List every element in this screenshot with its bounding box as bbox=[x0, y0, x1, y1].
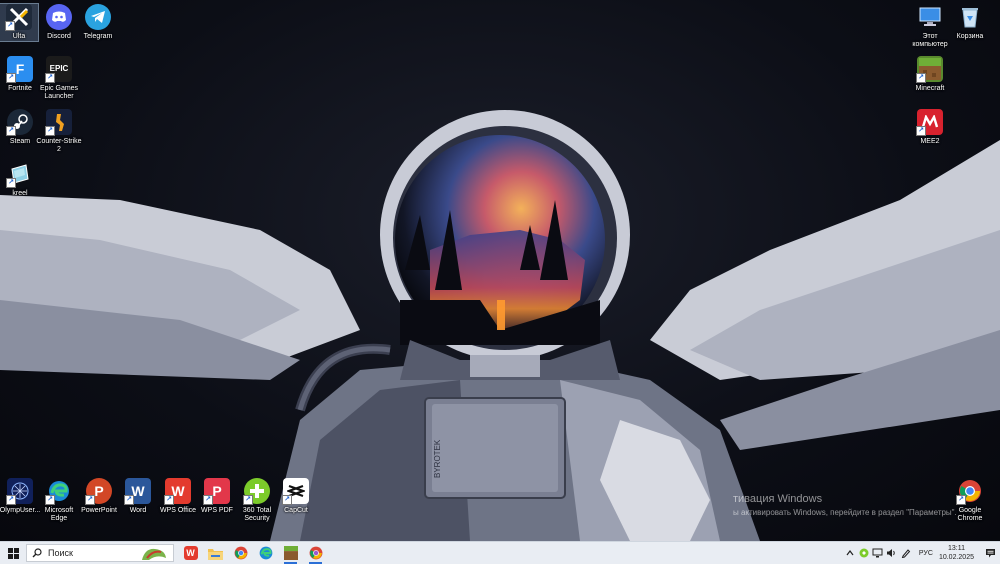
system-tray: РУС 13:11 10.02.2025 bbox=[843, 542, 1000, 564]
discord-icon bbox=[46, 4, 72, 30]
desktop-icon-wps-pdf[interactable]: P ↗ WPS PDF bbox=[197, 478, 237, 515]
desktop: BYROTEK ↗ Ulta Discord Telegram F ↗ Fort… bbox=[0, 0, 1000, 541]
search-highlight-leaf-icon bbox=[142, 548, 166, 560]
360-security-icon: ↗ bbox=[243, 478, 270, 505]
desktop-icon-capcut[interactable]: ↗ CapCut bbox=[276, 478, 316, 515]
notification-icon bbox=[985, 549, 995, 558]
desktop-icon-edge[interactable]: ↗ Microsoft Edge bbox=[39, 478, 79, 523]
counter-strike-icon: ↗ bbox=[45, 109, 72, 136]
start-button[interactable] bbox=[0, 542, 26, 564]
wallpaper-astronaut: BYROTEK bbox=[0, 110, 1000, 541]
desktop-icon-label: kreel bbox=[12, 190, 28, 197]
desktop-icon-kreel[interactable]: ↗ kreel bbox=[0, 161, 40, 198]
fortnite-icon: F ↗ bbox=[6, 56, 33, 83]
ultra-x-icon: ↗ bbox=[5, 4, 32, 31]
wps-icon: W bbox=[183, 546, 198, 560]
telegram-icon bbox=[85, 4, 111, 30]
desktop-icon-ultra[interactable]: ↗ Ulta bbox=[0, 3, 39, 42]
search-placeholder: Поиск bbox=[48, 548, 73, 558]
desktop-icon-label: Minecraft bbox=[915, 85, 945, 92]
desktop-icon-label: CapCut bbox=[284, 507, 308, 514]
chevron-up-icon bbox=[846, 550, 854, 556]
tray-volume[interactable] bbox=[886, 542, 898, 564]
input-language-indicator[interactable]: РУС bbox=[919, 550, 933, 557]
desktop-icon-recycle-bin[interactable]: Корзина bbox=[950, 4, 990, 41]
taskbar-app-chrome[interactable] bbox=[228, 542, 253, 564]
activation-title: тивация Windows bbox=[733, 493, 823, 505]
epic-games-icon: EPIC ↗ bbox=[45, 56, 72, 83]
tray-network[interactable] bbox=[872, 542, 884, 564]
minecraft-icon bbox=[283, 546, 298, 560]
mee2-icon: ↗ bbox=[916, 109, 943, 136]
desktop-icon-label: Telegram bbox=[83, 33, 113, 40]
taskbar-app-explorer[interactable] bbox=[203, 542, 228, 564]
desktop-icon-minecraft[interactable]: ↗ Minecraft bbox=[910, 56, 950, 93]
computer-icon bbox=[917, 4, 943, 30]
taskbar-app-wps[interactable]: W bbox=[178, 542, 203, 564]
desktop-icon-fortnite[interactable]: F ↗ Fortnite bbox=[0, 56, 40, 93]
helmet-brand-text: BYROTEK bbox=[433, 439, 442, 478]
chrome-icon bbox=[309, 546, 322, 560]
olymp-icon: ↗ bbox=[6, 478, 33, 505]
word-icon: W ↗ bbox=[124, 478, 151, 505]
taskbar-app-minecraft[interactable] bbox=[278, 542, 303, 564]
taskbar-search-box[interactable]: Поиск bbox=[26, 544, 174, 562]
chrome-icon bbox=[234, 546, 247, 560]
desktop-icon-powerpoint[interactable]: P ↗ PowerPoint bbox=[79, 478, 119, 515]
speaker-icon bbox=[887, 549, 896, 557]
desktop-icon-label: MEE2 bbox=[920, 138, 940, 145]
green-app-icon bbox=[859, 548, 869, 558]
desktop-icon-label: Epic Games Launcher bbox=[39, 85, 79, 100]
desktop-icon-mee2[interactable]: ↗ MEE2 bbox=[910, 109, 950, 146]
desktop-icon-steam[interactable]: ↗ Steam bbox=[0, 109, 40, 146]
notification-center-button[interactable] bbox=[980, 542, 1000, 564]
taskbar-app-edge[interactable] bbox=[253, 542, 278, 564]
tray-app-icon[interactable] bbox=[858, 542, 870, 564]
desktop-icon-wps-office[interactable]: W ↗ WPS Office bbox=[158, 478, 198, 515]
capcut-icon: ↗ bbox=[282, 478, 309, 505]
taskbar-clock[interactable]: 13:11 10.02.2025 bbox=[939, 544, 974, 562]
folder-icon bbox=[208, 548, 223, 560]
search-icon bbox=[32, 548, 42, 558]
wps-pdf-icon: P ↗ bbox=[203, 478, 230, 505]
desktop-icon-epic-games[interactable]: EPIC ↗ Epic Games Launcher bbox=[39, 56, 79, 101]
steam-icon: ↗ bbox=[6, 109, 33, 136]
desktop-icon-telegram[interactable]: Telegram bbox=[78, 4, 118, 41]
taskbar: Поиск W РУС 13:11 10.02.2025 bbox=[0, 541, 1000, 564]
wps-office-icon: W ↗ bbox=[164, 478, 191, 505]
desktop-icon-360-security[interactable]: ↗ 360 Total Security bbox=[237, 478, 277, 523]
tray-pen[interactable] bbox=[900, 542, 912, 564]
desktop-icon-counter-strike[interactable]: ↗ Counter-Strike 2 bbox=[36, 109, 82, 154]
desktop-icon-word[interactable]: W ↗ Word bbox=[118, 478, 158, 515]
taskbar-app-chrome-profile[interactable] bbox=[303, 542, 328, 564]
windows-activation-watermark: тивация Windows ы активировать Windows, … bbox=[733, 493, 957, 517]
network-icon bbox=[872, 548, 883, 558]
minecraft-icon: ↗ bbox=[916, 56, 943, 83]
pen-icon bbox=[901, 549, 911, 558]
powerpoint-icon: P ↗ bbox=[85, 478, 112, 505]
chrome-icon: ↗ bbox=[956, 478, 983, 505]
edge-icon: ↗ bbox=[45, 478, 72, 505]
activation-subtitle: ы активировать Windows, перейдите в разд… bbox=[733, 508, 957, 517]
clock-date: 10.02.2025 bbox=[938, 554, 974, 561]
desktop-icon-this-pc[interactable]: Этот компьютер bbox=[910, 4, 950, 49]
folder-file-icon: ↗ bbox=[6, 161, 33, 188]
desktop-icon-label: Counter-Strike 2 bbox=[36, 138, 82, 153]
edge-icon bbox=[259, 546, 272, 560]
desktop-icon-discord[interactable]: Discord bbox=[39, 4, 79, 41]
tray-overflow-button[interactable] bbox=[844, 542, 856, 564]
recycle-bin-icon bbox=[957, 4, 983, 30]
windows-logo-icon bbox=[7, 547, 19, 559]
desktop-icon-olymp[interactable]: ↗ OlympUser... bbox=[0, 478, 40, 515]
clock-time: 13:11 bbox=[947, 545, 965, 552]
desktop-icon-label: Корзина bbox=[956, 33, 984, 40]
